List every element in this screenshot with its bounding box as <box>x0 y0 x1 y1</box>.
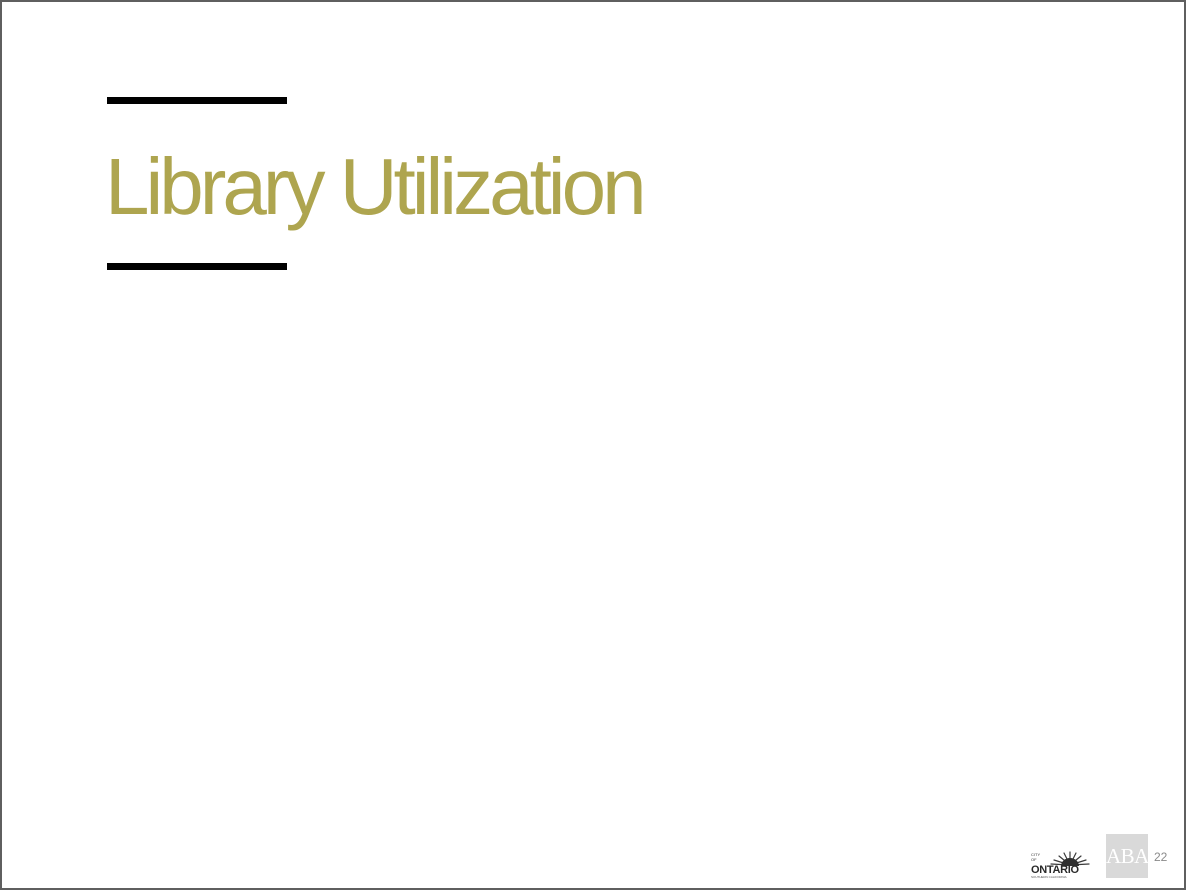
city-of-ontario-logo: CITY OF ONTARIO SOUTHERN CALIFORNIA <box>1031 850 1093 879</box>
page-number: 22 <box>1154 850 1168 864</box>
aba-logo-text: ABA <box>1106 844 1149 868</box>
slide-title: Library Utilization <box>105 142 647 231</box>
title-top-rule <box>107 97 287 104</box>
title-bottom-rule <box>107 263 287 270</box>
aba-logo: ABA <box>1106 834 1149 878</box>
slide: Library Utilization CITY OF ONTARIO SOUT… <box>0 0 1186 890</box>
ontario-logo-bottom-text: SOUTHERN CALIFORNIA <box>1031 875 1067 879</box>
ontario-logo-top-text: CITY OF <box>1031 852 1041 862</box>
